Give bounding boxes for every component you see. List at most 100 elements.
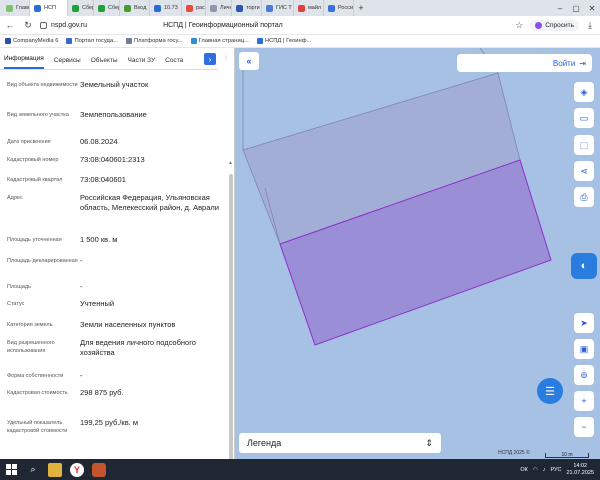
property-label: Вид объекта недвижимости	[7, 82, 78, 88]
property-label: Вид земельного участка	[7, 112, 69, 118]
bookmark-item[interactable]: Главная страниц...	[190, 38, 249, 44]
tab-label: торги	[246, 5, 260, 11]
bookmark-favicon-icon	[66, 38, 73, 44]
legend-dropdown[interactable]: Легенда ⇕	[239, 433, 441, 453]
login-label: Войти	[552, 58, 576, 68]
chat-button[interactable]: ☰	[537, 378, 563, 404]
url-field[interactable]: nspd.gov.ru	[40, 21, 87, 29]
property-row: Кадастровый номер 73:08:040601:2313	[7, 155, 229, 165]
property-row: Кадастровая стоимость 298 875 руб.	[7, 388, 229, 398]
assistant-button[interactable]: ◐	[571, 253, 597, 279]
search-location-button[interactable]: ⊚	[574, 365, 594, 385]
zoom-out-button[interactable]: −	[574, 417, 594, 437]
download-icon[interactable]: ⤓	[584, 19, 596, 31]
property-row: Площадь декларированная -	[7, 256, 229, 266]
window-controls: – ▢ ✕	[552, 0, 600, 16]
tab-favicon-icon	[6, 4, 13, 12]
panel-tab[interactable]: Соста	[165, 57, 183, 69]
panel-tab[interactable]: Объекты	[91, 57, 118, 69]
share-button[interactable]: ⋖	[574, 161, 594, 181]
assistant-icon: ◐	[580, 260, 588, 272]
property-value: 73:08:040601	[80, 175, 126, 184]
login-icon: ⇥	[579, 58, 586, 68]
property-label: Площадь	[7, 284, 31, 290]
bookmark-label: CompanyMedia 6	[13, 38, 59, 44]
collapse-panel-button[interactable]: «	[239, 52, 259, 70]
property-label: Площадь уточненная	[7, 237, 62, 243]
panel-tab[interactable]: Сервисы	[54, 57, 81, 69]
browser-tab[interactable]: Росси	[324, 0, 354, 16]
browser-tab[interactable]: Сбер	[94, 0, 120, 16]
bookmark-item[interactable]: Платформа госу...	[126, 38, 183, 44]
minimize-icon[interactable]: –	[552, 0, 568, 16]
property-value: Земли населенных пунктов	[80, 320, 176, 329]
property-value: Земельный участок	[80, 80, 149, 89]
file-explorer-icon[interactable]	[48, 462, 62, 477]
panel-scrollbar[interactable]	[229, 174, 233, 459]
tabs-next-arrow-icon[interactable]: ›	[204, 53, 216, 65]
minimap-button[interactable]: ▣	[574, 339, 594, 359]
map-view[interactable]: « Войти ⇥ ◈ ▭ ⬚ ⋖ ⎙ ◐ ➤ ▣ ⊚ + − ☰ Легенд…	[235, 48, 600, 459]
legend-label: Легенда	[247, 438, 282, 448]
new-tab-button[interactable]: +	[354, 0, 368, 16]
browser-tab[interactable]: Главная	[0, 0, 30, 16]
network-icon[interactable]: ◠	[533, 467, 538, 473]
select-area-icon: ⬚	[579, 139, 589, 150]
browser-tab[interactable]: торги	[232, 0, 262, 16]
yandex-browser-icon[interactable]: Y	[70, 462, 84, 477]
browser-tab[interactable]: Личн	[206, 0, 232, 16]
login-button[interactable]: Войти ⇥	[457, 54, 592, 72]
bookmark-star-icon[interactable]: ☆	[513, 19, 525, 31]
browser-tab[interactable]: ГИС Т	[262, 0, 294, 16]
select-area-button[interactable]: ⬚	[574, 135, 594, 155]
bookmark-item[interactable]: НСПД | Геоинф...	[256, 38, 311, 44]
search-icon[interactable]: ⌕	[26, 463, 40, 477]
bookmark-favicon-icon	[190, 38, 197, 44]
property-value: 1 500 кв. м	[80, 235, 118, 244]
browser-tab[interactable]: расп	[182, 0, 206, 16]
layers-button[interactable]: ◈	[574, 82, 594, 102]
print-button[interactable]: ⎙	[574, 187, 594, 207]
property-value: Землепользование	[80, 110, 147, 119]
maximize-icon[interactable]: ▢	[568, 0, 584, 16]
clock[interactable]: 14:02 21.07.2025	[566, 463, 594, 477]
ruler-button[interactable]: ▭	[574, 108, 594, 128]
app-icon[interactable]	[92, 462, 106, 477]
panel-tab[interactable]: Информация	[4, 55, 44, 69]
property-value: -	[80, 256, 83, 265]
property-value: 73:08:040601:2313	[80, 155, 145, 164]
bookmark-favicon-icon	[256, 38, 263, 44]
property-row: Дата присвоения 06.08.2024	[7, 137, 229, 147]
volume-icon[interactable]: ♪	[543, 467, 546, 473]
browser-tab[interactable]: 10.73	[150, 0, 182, 16]
share-icon: ⋖	[580, 165, 588, 176]
property-row: Адрес Российская Федерация, Ульяновская о…	[7, 193, 229, 213]
panel-tab[interactable]: Части ЗУ	[128, 57, 156, 69]
property-row: Вид объекта недвижимости Земельный участо…	[7, 80, 229, 90]
tab-label: Личн	[220, 5, 232, 11]
zoom-in-button[interactable]: +	[574, 391, 594, 411]
bookmark-item[interactable]: CompanyMedia 6	[5, 38, 58, 44]
property-label: Вид разрешенного использования	[7, 340, 55, 354]
start-button[interactable]	[4, 463, 18, 477]
ask-button-label: Спросить	[545, 21, 574, 29]
bookmark-label: Главная страниц...	[198, 38, 249, 44]
browser-tab[interactable]: Сбер	[68, 0, 94, 16]
property-label: Дата присвоения	[7, 139, 51, 145]
property-label: Статус	[7, 301, 25, 307]
back-icon[interactable]: ←	[4, 19, 16, 31]
language-indicator[interactable]: РУС	[550, 467, 561, 473]
ask-button[interactable]: Спросить	[530, 19, 579, 31]
bookmark-favicon-icon	[126, 38, 132, 44]
browser-tab[interactable]: майл	[294, 0, 324, 16]
plus-icon: +	[581, 396, 587, 406]
geolocation-button[interactable]: ➤	[574, 313, 594, 333]
tab-favicon-icon	[34, 4, 41, 12]
bookmark-item[interactable]: Портал госуда...	[66, 38, 118, 44]
scroll-up-arrow-icon[interactable]: ▲	[228, 160, 233, 166]
system-tray: ОК ◠ ♪ РУС 14:02 21.07.2025	[520, 463, 600, 477]
close-window-icon[interactable]: ✕	[584, 0, 600, 16]
browser-tab[interactable]: НСП	[30, 0, 68, 16]
browser-tab[interactable]: Вход	[120, 0, 150, 16]
reload-icon[interactable]: ↻	[22, 19, 34, 31]
